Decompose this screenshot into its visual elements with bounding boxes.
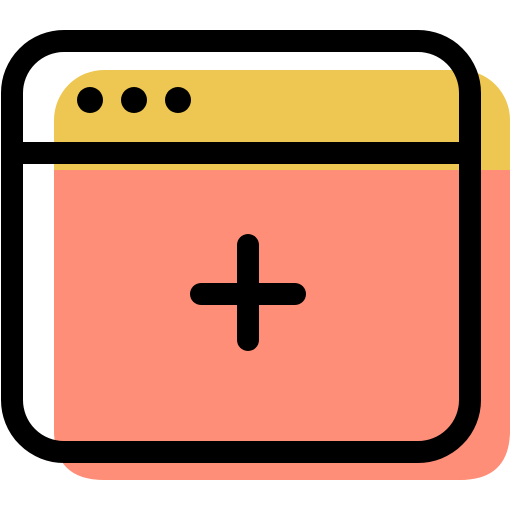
window-body-fill: [54, 170, 510, 480]
icon-canvas: [0, 0, 512, 512]
dot-3: [165, 87, 191, 113]
window-dots: [77, 87, 191, 113]
new-browser-window-icon: [1, 30, 510, 480]
filled-window-shape: [54, 70, 510, 480]
dot-1: [77, 87, 103, 113]
dot-2: [121, 87, 147, 113]
